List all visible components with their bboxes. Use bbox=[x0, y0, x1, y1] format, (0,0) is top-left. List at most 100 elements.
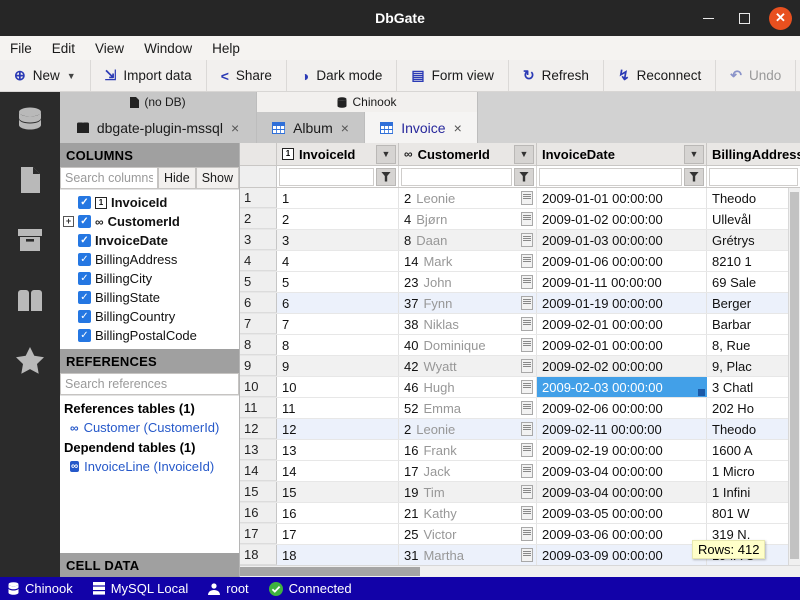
cell-billingaddress[interactable]: 69 Sale bbox=[707, 272, 800, 292]
cell-customerid[interactable]: 8 Daan bbox=[399, 230, 537, 250]
cell-invoiceid[interactable]: 14 bbox=[277, 461, 399, 481]
cell-invoiceid[interactable]: 3 bbox=[277, 230, 399, 250]
column-checkbox[interactable]: ✓ bbox=[78, 291, 91, 304]
open-reference-icon[interactable] bbox=[521, 380, 533, 394]
cell-billingaddress[interactable]: 1 Infini bbox=[707, 482, 800, 502]
open-reference-icon[interactable] bbox=[521, 233, 533, 247]
minimize-button[interactable] bbox=[697, 7, 719, 29]
cell-billingaddress[interactable]: 9, Plac bbox=[707, 356, 800, 376]
cell-invoiceid[interactable]: 16 bbox=[277, 503, 399, 523]
column-checkbox[interactable]: ✓ bbox=[78, 310, 91, 323]
row-number[interactable]: 5 bbox=[240, 272, 277, 292]
open-reference-icon[interactable] bbox=[521, 422, 533, 436]
cell-customerid[interactable]: 42 Wyatt bbox=[399, 356, 537, 376]
database-nav-icon[interactable] bbox=[16, 106, 44, 134]
row-number[interactable]: 18 bbox=[240, 545, 277, 565]
menu-item[interactable]: File bbox=[10, 41, 32, 56]
cell-customerid[interactable]: 31 Martha bbox=[399, 545, 537, 565]
cell-invoicedate[interactable]: 2009-02-03 00:00:00 bbox=[537, 377, 707, 397]
cell-customerid[interactable]: 46 Hugh bbox=[399, 377, 537, 397]
cell-billingaddress[interactable]: 8210 1 bbox=[707, 251, 800, 271]
cell-invoiceid[interactable]: 8 bbox=[277, 335, 399, 355]
form-view-button[interactable]: ▤ Form view bbox=[397, 60, 509, 91]
cell-billingaddress[interactable]: 8, Rue bbox=[707, 335, 800, 355]
column-list-item[interactable]: + ✓ 1 ∞ BillingPostalCode bbox=[60, 326, 239, 345]
file-nav-icon[interactable] bbox=[16, 166, 44, 194]
cell-customerid[interactable]: 19 Tim bbox=[399, 482, 537, 502]
cell-customerid[interactable]: 40 Dominique bbox=[399, 335, 537, 355]
cell-billingaddress[interactable]: Barbar bbox=[707, 314, 800, 334]
column-menu-button[interactable]: ▼ bbox=[514, 145, 534, 164]
open-reference-icon[interactable] bbox=[521, 191, 533, 205]
cell-billingaddress[interactable]: 3 Chatl bbox=[707, 377, 800, 397]
plugins-nav-icon[interactable] bbox=[16, 286, 44, 314]
cell-invoicedate[interactable]: 2009-02-06 00:00:00 bbox=[537, 398, 707, 418]
cell-invoiceid[interactable]: 10 bbox=[277, 377, 399, 397]
row-number[interactable]: 3 bbox=[240, 230, 277, 250]
columns-panel-header[interactable]: COLUMNS bbox=[60, 143, 239, 167]
cell-invoicedate[interactable]: 2009-03-04 00:00:00 bbox=[537, 461, 707, 481]
row-number[interactable]: 12 bbox=[240, 419, 277, 439]
menu-item[interactable]: Help bbox=[212, 41, 240, 56]
open-reference-icon[interactable] bbox=[521, 317, 533, 331]
column-header-invoiceid[interactable]: 1 InvoiceId ▼ bbox=[277, 143, 399, 165]
cell-customerid[interactable]: 2 Leonie bbox=[399, 188, 537, 208]
tab-close-icon[interactable]: × bbox=[454, 120, 462, 136]
column-list-item[interactable]: + ✓ 1 ∞ BillingState bbox=[60, 288, 239, 307]
open-reference-icon[interactable] bbox=[521, 485, 533, 499]
filter-button[interactable] bbox=[684, 168, 704, 186]
cell-invoicedate[interactable]: 2009-03-04 00:00:00 bbox=[537, 482, 707, 502]
column-checkbox[interactable]: ✓ bbox=[78, 272, 91, 285]
cell-invoicedate[interactable]: 2009-02-02 00:00:00 bbox=[537, 356, 707, 376]
cell-invoicedate[interactable]: 2009-01-06 00:00:00 bbox=[537, 251, 707, 271]
column-list-item[interactable]: + ✓ 1 ∞ InvoiceId bbox=[60, 193, 239, 212]
filter-input[interactable] bbox=[709, 168, 798, 186]
cell-invoiceid[interactable]: 1 bbox=[277, 188, 399, 208]
row-number[interactable]: 8 bbox=[240, 335, 277, 355]
cell-invoicedate[interactable]: 2009-01-01 00:00:00 bbox=[537, 188, 707, 208]
statusbar-connection-status[interactable]: Connected bbox=[269, 581, 352, 596]
cell-billingaddress[interactable]: 801 W bbox=[707, 503, 800, 523]
row-number[interactable]: 4 bbox=[240, 251, 277, 271]
column-list-item[interactable]: + ✓ 1 ∞ CustomerId bbox=[60, 212, 239, 231]
cell-invoiceid[interactable]: 13 bbox=[277, 440, 399, 460]
cell-invoiceid[interactable]: 15 bbox=[277, 482, 399, 502]
cell-invoiceid[interactable]: 9 bbox=[277, 356, 399, 376]
open-reference-icon[interactable] bbox=[521, 548, 533, 562]
menu-item[interactable]: Edit bbox=[52, 41, 75, 56]
cell-invoicedate[interactable]: 2009-01-03 00:00:00 bbox=[537, 230, 707, 250]
tab-dbgate-plugin-mssql[interactable]: dbgate-plugin-mssql × bbox=[60, 112, 257, 143]
row-number[interactable]: 9 bbox=[240, 356, 277, 376]
column-checkbox[interactable]: ✓ bbox=[78, 234, 91, 247]
archive-nav-icon[interactable] bbox=[16, 226, 44, 254]
scrollbar-thumb[interactable] bbox=[240, 567, 420, 576]
cell-billingaddress[interactable]: Ullevål bbox=[707, 209, 800, 229]
row-number[interactable]: 17 bbox=[240, 524, 277, 544]
cell-billingaddress[interactable]: 1 Micro bbox=[707, 461, 800, 481]
row-number[interactable]: 16 bbox=[240, 503, 277, 523]
tab-invoice[interactable]: Invoice × bbox=[365, 112, 478, 143]
horizontal-scrollbar[interactable] bbox=[240, 565, 800, 577]
new-button[interactable]: ⊕ New ▼ bbox=[0, 60, 91, 91]
close-button[interactable]: ✕ bbox=[769, 7, 792, 30]
open-reference-icon[interactable] bbox=[521, 443, 533, 457]
cell-data-panel-header[interactable]: CELL DATA bbox=[60, 553, 239, 577]
tab-close-icon[interactable]: × bbox=[341, 120, 349, 136]
cell-customerid[interactable]: 16 Frank bbox=[399, 440, 537, 460]
cell-customerid[interactable]: 2 Leonie bbox=[399, 419, 537, 439]
dark-mode-button[interactable]: ◑ Dark mode bbox=[287, 60, 398, 91]
cell-customerid[interactable]: 23 John bbox=[399, 272, 537, 292]
row-number[interactable]: 7 bbox=[240, 314, 277, 334]
import-data-button[interactable]: ⇲ Import data bbox=[91, 60, 207, 91]
cell-invoicedate[interactable]: 2009-03-06 00:00:00 bbox=[537, 524, 707, 544]
cell-invoiceid[interactable]: 5 bbox=[277, 272, 399, 292]
open-reference-icon[interactable] bbox=[521, 527, 533, 541]
filter-input[interactable] bbox=[279, 168, 374, 186]
column-checkbox[interactable]: ✓ bbox=[78, 253, 91, 266]
menu-item[interactable]: Window bbox=[144, 41, 192, 56]
open-reference-icon[interactable] bbox=[521, 275, 533, 289]
open-reference-icon[interactable] bbox=[521, 212, 533, 226]
favorites-nav-icon[interactable] bbox=[16, 346, 44, 374]
open-reference-icon[interactable] bbox=[521, 464, 533, 478]
maximize-button[interactable] bbox=[733, 7, 755, 29]
